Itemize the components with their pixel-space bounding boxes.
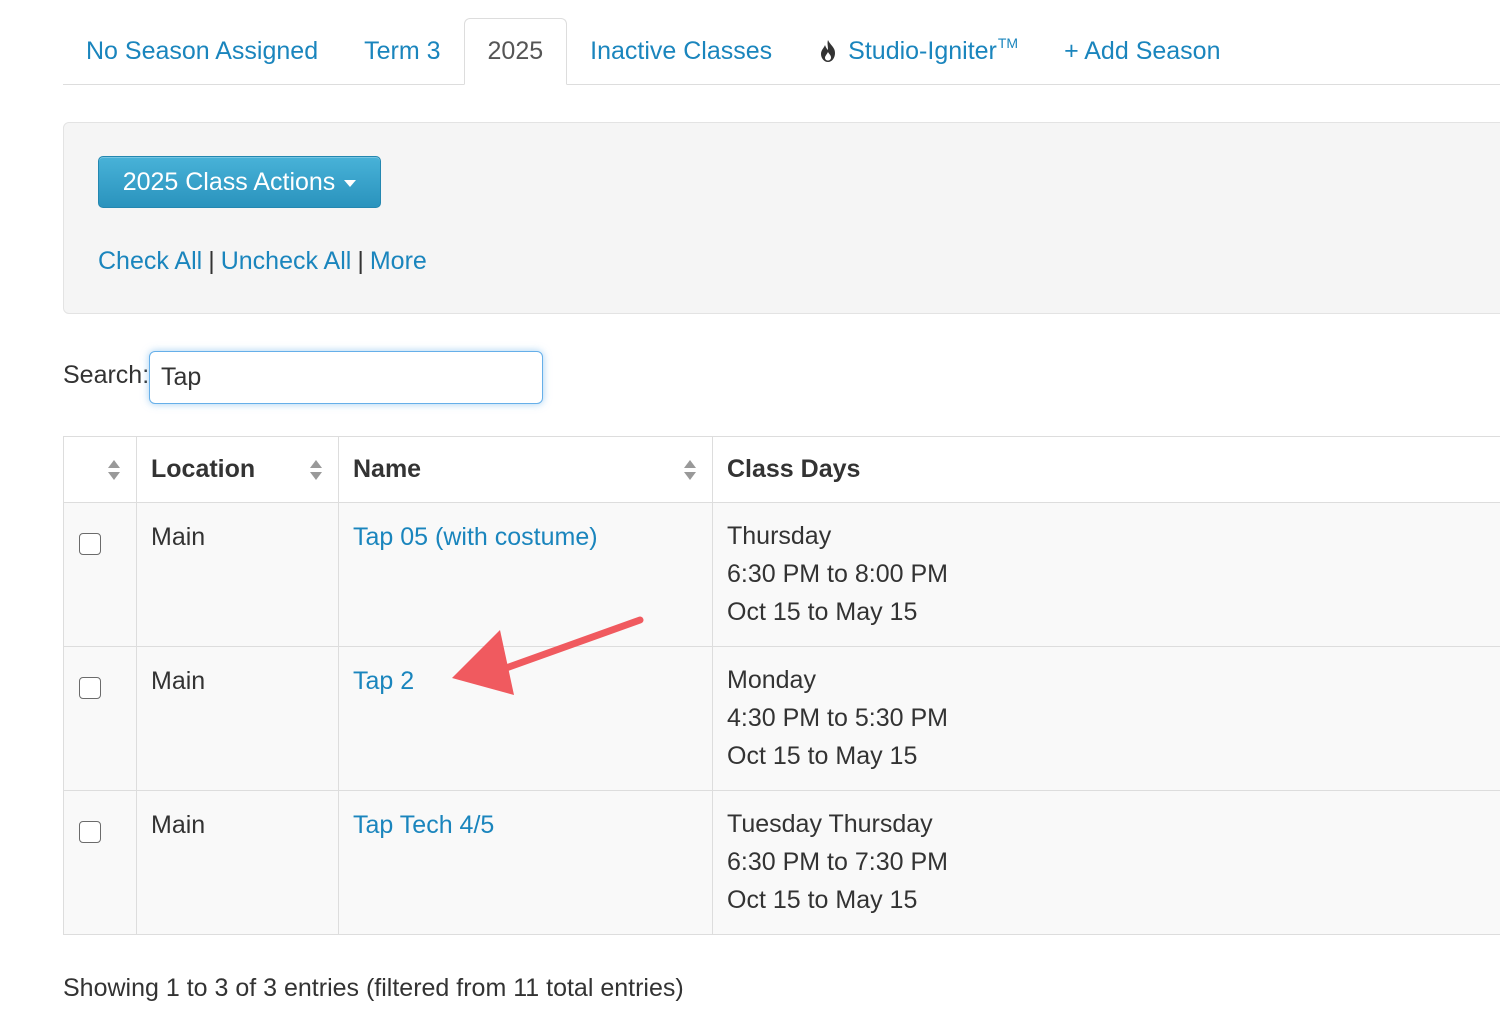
table-row: Main Tap 05 (with costume) Thursday 6:30… (63, 502, 1500, 647)
class-name-link[interactable]: Tap 2 (353, 667, 414, 695)
select-cell (63, 646, 137, 791)
check-all-link[interactable]: Check All (98, 247, 202, 275)
row-checkbox[interactable] (79, 533, 101, 555)
tab-label: Term 3 (364, 36, 441, 65)
select-column-header[interactable] (63, 436, 137, 503)
class-actions-label: 2025 Class Actions (122, 167, 336, 196)
tab-studio-igniter[interactable]: Studio-Igniter TM (795, 18, 1041, 84)
trademark-symbol: TM (997, 35, 1019, 51)
class-name-link[interactable]: Tap 05 (with costume) (353, 523, 598, 551)
sort-icon[interactable] (309, 459, 323, 481)
class-time: 4:30 PM to 5:30 PM (727, 704, 948, 732)
tab-term-3[interactable]: Term 3 (341, 18, 463, 84)
more-link[interactable]: More (370, 247, 427, 275)
class-days: Tuesday Thursday (727, 810, 933, 838)
name-column-header[interactable]: Name (338, 436, 713, 503)
column-label: Location (151, 455, 256, 483)
location-cell: Main (136, 646, 339, 791)
class-dates: Oct 15 to May 15 (727, 886, 918, 914)
column-label: Class Days (727, 455, 861, 483)
search-label: Search: (63, 361, 150, 389)
search-input[interactable] (149, 351, 543, 404)
location-cell: Main (136, 790, 339, 935)
row-checkbox[interactable] (79, 821, 101, 843)
class-dates: Oct 15 to May 15 (727, 742, 918, 770)
location-cell: Main (136, 502, 339, 647)
classes-table: Location Name Class Days Main Tap 05 (wi… (63, 436, 1500, 935)
class-days: Monday (727, 666, 816, 694)
tab-label: + Add Season (1064, 36, 1221, 65)
annotation-arrow-icon (452, 616, 644, 695)
tab-label: Inactive Classes (590, 36, 773, 65)
class-dates: Oct 15 to May 15 (727, 598, 918, 626)
flame-icon (821, 40, 836, 62)
tab-inactive-classes[interactable]: Inactive Classes (567, 18, 795, 84)
separator: | (357, 247, 364, 275)
tab-label: 2025 (487, 37, 544, 65)
table-row: Main Tap Tech 4/5 Tuesday Thursday 6:30 … (63, 790, 1500, 935)
uncheck-all-link[interactable]: Uncheck All (221, 247, 352, 275)
separator: | (208, 247, 215, 275)
row-checkbox[interactable] (79, 677, 101, 699)
tab-add-season[interactable]: + Add Season (1041, 18, 1243, 84)
sort-icon[interactable] (683, 459, 697, 481)
table-header-row: Location Name Class Days (63, 436, 1500, 503)
class-name-link[interactable]: Tap Tech 4/5 (353, 811, 494, 839)
class-actions-panel: 2025 Class Actions Check All | Uncheck All… (63, 122, 1500, 314)
select-cell (63, 502, 137, 647)
table-row: Main Tap 2 Monday 4:30 PM to 5:30 PM Oct… (63, 646, 1500, 791)
location-column-header[interactable]: Location (136, 436, 339, 503)
caret-down-icon (344, 179, 357, 187)
class-days-cell: Tuesday Thursday 6:30 PM to 7:30 PM Oct … (712, 790, 1500, 935)
tab-label: No Season Assigned (86, 36, 319, 65)
select-cell (63, 790, 137, 935)
class-days-cell: Monday 4:30 PM to 5:30 PM Oct 15 to May … (712, 646, 1500, 791)
name-cell: Tap Tech 4/5 (338, 790, 713, 935)
sort-icon[interactable] (107, 459, 121, 481)
class-time: 6:30 PM to 8:00 PM (727, 560, 948, 588)
tab-no-season-assigned[interactable]: No Season Assigned (63, 18, 341, 84)
class-time: 6:30 PM to 7:30 PM (727, 848, 948, 876)
season-tabs: No Season Assigned Term 3 2025 Inactive … (63, 18, 1500, 85)
tab-label: Studio-Igniter (848, 36, 997, 65)
class-days-cell: Thursday 6:30 PM to 8:00 PM Oct 15 to Ma… (712, 502, 1500, 647)
check-links: Check All | Uncheck All | More (98, 247, 427, 276)
column-label: Name (353, 455, 422, 483)
tab-2025[interactable]: 2025 (463, 18, 568, 85)
class-actions-dropdown-button[interactable]: 2025 Class Actions (98, 156, 381, 208)
class-days-column-header: Class Days (712, 436, 1500, 503)
class-days: Thursday (727, 522, 832, 550)
table-summary: Showing 1 to 3 of 3 entries (filtered fr… (63, 974, 684, 1002)
